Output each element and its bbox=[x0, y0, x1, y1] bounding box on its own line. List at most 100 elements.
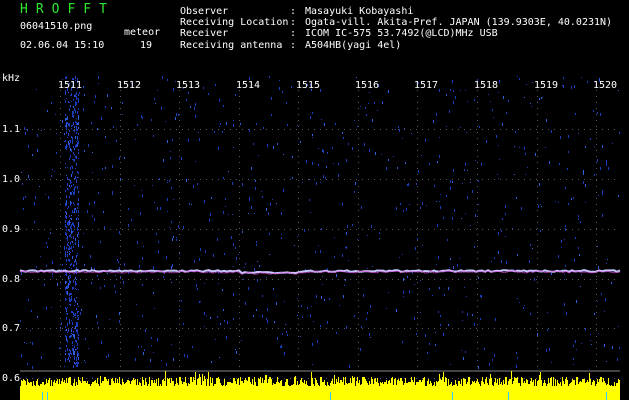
noise-speck bbox=[68, 189, 69, 190]
noise-speck bbox=[286, 331, 287, 333]
level-bar bbox=[135, 379, 136, 400]
grid-dot bbox=[596, 129, 597, 130]
grid-dot bbox=[417, 222, 418, 223]
level-bar bbox=[495, 378, 496, 400]
level-bar bbox=[492, 385, 493, 400]
noise-speck bbox=[74, 126, 75, 127]
grid-dot bbox=[524, 229, 525, 230]
noise-speck bbox=[516, 365, 517, 368]
grid-dot bbox=[298, 312, 299, 313]
noise-speck bbox=[32, 342, 33, 345]
grid-dot bbox=[482, 279, 483, 280]
noise-speck bbox=[72, 334, 73, 335]
grid-dot bbox=[239, 258, 240, 259]
noise-speck bbox=[274, 321, 275, 323]
level-bar bbox=[129, 381, 130, 400]
grid-dot bbox=[120, 252, 121, 253]
noise-speck bbox=[251, 207, 252, 209]
level-bar bbox=[165, 371, 166, 400]
noise-speck bbox=[28, 175, 29, 178]
grid-dot bbox=[380, 129, 381, 130]
grid-dot bbox=[477, 234, 478, 235]
noise-speck bbox=[439, 137, 440, 138]
grid-dot bbox=[494, 179, 495, 180]
level-bar bbox=[247, 381, 248, 400]
level-bar bbox=[273, 383, 274, 400]
grid-dot bbox=[417, 186, 418, 187]
noise-speck bbox=[474, 246, 475, 248]
noise-speck bbox=[65, 326, 66, 328]
grid-dot bbox=[417, 210, 418, 211]
noise-speck bbox=[175, 117, 176, 120]
noise-speck bbox=[71, 136, 72, 138]
noise-speck bbox=[211, 361, 212, 363]
noise-speck bbox=[438, 311, 439, 313]
noise-speck bbox=[87, 210, 88, 213]
level-bar bbox=[596, 384, 597, 400]
grid-dot bbox=[272, 179, 273, 180]
grid-dot bbox=[179, 126, 180, 127]
noise-speck bbox=[78, 224, 79, 227]
grid-dot bbox=[239, 234, 240, 235]
level-bar bbox=[513, 381, 514, 400]
noise-speck bbox=[23, 197, 24, 200]
level-bar bbox=[528, 384, 529, 400]
grid-dot bbox=[60, 228, 61, 229]
noise-speck bbox=[90, 255, 91, 258]
noise-speck bbox=[590, 138, 591, 140]
level-bar bbox=[214, 384, 215, 400]
level-bar bbox=[559, 384, 560, 400]
grid-dot bbox=[506, 328, 507, 329]
noise-speck bbox=[316, 295, 317, 298]
level-bar bbox=[257, 386, 258, 400]
grid-dot bbox=[152, 378, 153, 379]
noise-speck bbox=[158, 241, 159, 243]
noise-speck bbox=[77, 347, 78, 349]
level-bar bbox=[261, 383, 262, 400]
noise-speck bbox=[576, 349, 577, 350]
grid-dot bbox=[92, 179, 93, 180]
noise-speck bbox=[508, 100, 509, 102]
noise-speck bbox=[171, 266, 172, 269]
level-bar bbox=[577, 377, 578, 400]
level-bar bbox=[431, 383, 432, 400]
grid-dot bbox=[140, 378, 141, 379]
noise-speck bbox=[606, 160, 607, 163]
grid-dot bbox=[239, 216, 240, 217]
grid-dot bbox=[179, 174, 180, 175]
level-bar bbox=[336, 379, 337, 400]
noise-speck bbox=[75, 101, 76, 104]
level-bar bbox=[521, 377, 522, 400]
grid-dot bbox=[120, 144, 121, 145]
grid-dot bbox=[458, 279, 459, 280]
grid-dot bbox=[416, 129, 417, 130]
noise-speck bbox=[151, 337, 152, 339]
noise-speck bbox=[311, 306, 312, 307]
noise-speck bbox=[345, 279, 346, 281]
noise-speck bbox=[67, 119, 68, 120]
noise-speck bbox=[141, 115, 142, 118]
level-bar bbox=[361, 384, 362, 400]
noise-speck bbox=[173, 88, 174, 91]
detection-marker bbox=[42, 392, 43, 400]
grid-dot bbox=[182, 378, 183, 379]
grid-dot bbox=[358, 138, 359, 139]
grid-dot bbox=[32, 328, 33, 329]
noise-speck bbox=[224, 253, 225, 255]
level-bar bbox=[268, 379, 269, 400]
noise-speck bbox=[215, 339, 216, 340]
grid-dot bbox=[92, 328, 93, 329]
grid-dot bbox=[362, 129, 363, 130]
level-bar bbox=[304, 380, 305, 400]
noise-speck bbox=[68, 357, 69, 360]
noise-speck bbox=[82, 246, 83, 248]
level-bar bbox=[307, 385, 308, 400]
grid-dot bbox=[537, 120, 538, 121]
noise-speck bbox=[72, 159, 73, 160]
level-bar bbox=[609, 385, 610, 400]
level-bar bbox=[83, 381, 84, 400]
grid-dot bbox=[266, 229, 267, 230]
grid-dot bbox=[500, 129, 501, 130]
noise-speck bbox=[158, 250, 159, 253]
grid-dot bbox=[272, 378, 273, 379]
